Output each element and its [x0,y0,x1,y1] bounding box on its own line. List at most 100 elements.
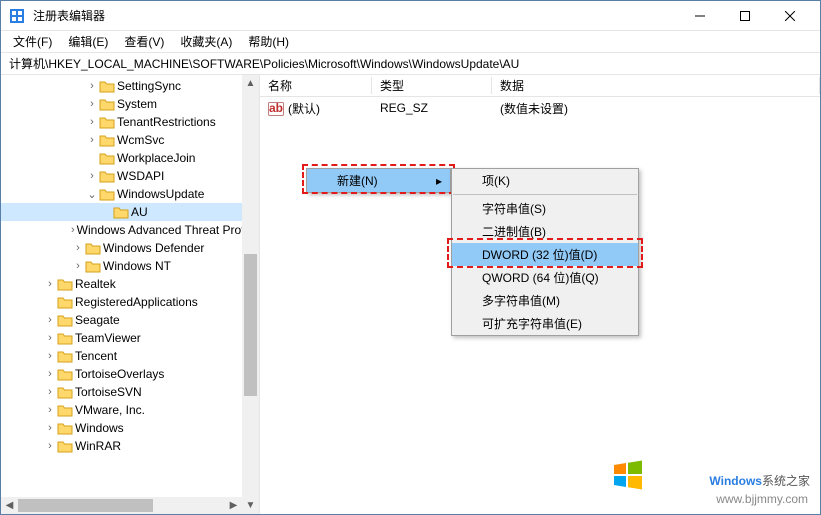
menu-bar: 文件(F) 编辑(E) 查看(V) 收藏夹(A) 帮助(H) [1,31,820,53]
expand-icon[interactable]: › [85,134,99,146]
scroll-down-button[interactable]: ▼ [242,497,259,514]
tree-item[interactable]: WorkplaceJoin [1,149,242,167]
submenu-binary[interactable]: 二进制值(B) [452,220,638,243]
column-name[interactable]: 名称 [260,77,372,94]
expand-icon[interactable]: › [71,260,85,272]
tree-item[interactable]: › Seagate [1,311,242,329]
menu-edit[interactable]: 编辑(E) [60,31,116,52]
minimize-button[interactable] [677,2,722,30]
tree-item[interactable]: › Tencent [1,347,242,365]
tree-item[interactable]: › SettingSync [1,77,242,95]
tree-item[interactable]: ⌄ WindowsUpdate [1,185,242,203]
tree-item[interactable]: ›WSDAPI [1,167,242,185]
folder-icon [99,169,115,183]
tree-item[interactable]: ›Windows [1,419,242,437]
tree-item[interactable]: ›TenantRestrictions [1,113,242,131]
content-split: ›SettingSync›System›TenantRestrictions›W… [1,75,820,514]
windows-logo-icon [610,457,646,496]
tree-item[interactable]: › WinRAR [1,437,242,455]
tree-vertical-scrollbar[interactable]: ▲ ▼ [242,75,259,514]
tree-item-label: WindowsUpdate [117,187,204,201]
folder-icon [57,277,73,291]
scroll-thumb[interactable] [18,499,153,512]
submenu-key[interactable]: 项(K) [452,169,638,192]
address-bar[interactable]: 计算机\HKEY_LOCAL_MACHINE\SOFTWARE\Policies… [1,53,820,75]
tree-item[interactable]: ›VMware, Inc. [1,401,242,419]
menu-help[interactable]: 帮助(H) [240,31,297,52]
scroll-thumb[interactable] [244,254,257,396]
tree-item-label: System [117,97,157,111]
expand-icon[interactable]: › [43,350,57,362]
submenu-multistring[interactable]: 多字符串值(M) [452,289,638,312]
tree-item-label: Windows Defender [103,241,204,255]
folder-icon [57,403,73,417]
scroll-track[interactable] [18,497,225,514]
submenu-dword[interactable]: DWORD (32 位)值(D) [452,243,638,266]
scroll-left-button[interactable]: ◀ [1,497,18,514]
context-new[interactable]: 新建(N) ▸ [307,169,450,192]
tree-item-label: Seagate [75,313,120,327]
registry-tree[interactable]: ›SettingSync›System›TenantRestrictions›W… [1,75,259,472]
tree-item[interactable]: ›TortoiseOverlays [1,365,242,383]
tree-item-label: Windows Advanced Threat Protection [77,223,260,237]
maximize-button[interactable] [722,2,767,30]
scroll-track[interactable] [242,92,259,497]
tree-item[interactable]: AU [1,203,242,221]
tree-item[interactable]: ›TeamViewer [1,329,242,347]
tree-item[interactable]: › Windows NT [1,257,242,275]
expand-icon[interactable]: › [85,80,99,92]
expand-icon[interactable]: › [43,368,57,380]
column-type[interactable]: 类型 [372,77,492,94]
context-menu: 新建(N) ▸ [306,168,451,193]
expand-icon[interactable]: › [85,98,99,110]
tree-item-label: Tencent [75,349,117,363]
submenu-qword[interactable]: QWORD (64 位)值(Q) [452,266,638,289]
column-data[interactable]: 数据 [492,77,820,94]
expand-icon[interactable]: › [71,224,75,236]
tree-item[interactable]: › Windows Defender [1,239,242,257]
expand-icon[interactable]: › [71,242,85,254]
close-button[interactable] [767,2,812,30]
collapse-icon[interactable]: ⌄ [85,188,99,201]
menu-view[interactable]: 查看(V) [116,31,172,52]
menu-favorites[interactable]: 收藏夹(A) [172,31,240,52]
tree-item[interactable]: › WcmSvc [1,131,242,149]
folder-icon [57,439,73,453]
expand-icon[interactable]: › [43,332,57,344]
tree-item-label: WcmSvc [117,133,164,147]
folder-icon [99,133,115,147]
expand-icon[interactable]: › [43,278,57,290]
expand-icon[interactable]: › [43,386,57,398]
tree-item-label: Windows NT [103,259,171,273]
tree-item-label: WinRAR [75,439,121,453]
list-row[interactable]: ab(默认) REG_SZ (数值未设置) [260,99,820,117]
expand-icon[interactable]: › [43,404,57,416]
tree-item-label: AU [131,205,148,219]
submenu-string[interactable]: 字符串值(S) [452,197,638,220]
expand-icon[interactable]: › [43,440,57,452]
tree-item[interactable]: ›Windows Advanced Threat Protection [1,221,242,239]
menu-file[interactable]: 文件(F) [5,31,60,52]
list-header: 名称 类型 数据 [260,75,820,97]
value-data-cell: (数值未设置) [492,100,820,117]
tree-item[interactable]: ›TortoiseSVN [1,383,242,401]
expand-icon[interactable]: › [43,314,57,326]
tree-item[interactable]: ›Realtek [1,275,242,293]
tree-item[interactable]: RegisteredApplications [1,293,242,311]
menu-separator [453,194,637,195]
scroll-up-button[interactable]: ▲ [242,75,259,92]
submenu-expandstring[interactable]: 可扩充字符串值(E) [452,312,638,335]
tree-item[interactable]: › System [1,95,242,113]
list-body[interactable]: ab(默认) REG_SZ (数值未设置) [260,97,820,119]
expand-icon[interactable]: › [85,116,99,128]
tree-horizontal-scrollbar[interactable]: ◀ ▶ [1,497,242,514]
tree-item-label: SettingSync [117,79,181,93]
tree-item-label: WorkplaceJoin [117,151,195,165]
scroll-right-button[interactable]: ▶ [225,497,242,514]
submenu-arrow-icon: ▸ [436,174,442,188]
watermark-url: www.bjjmmy.com [716,492,808,506]
folder-icon [57,367,73,381]
expand-icon[interactable]: › [85,170,99,182]
expand-icon[interactable]: › [43,422,57,434]
value-type-cell: REG_SZ [372,101,492,115]
